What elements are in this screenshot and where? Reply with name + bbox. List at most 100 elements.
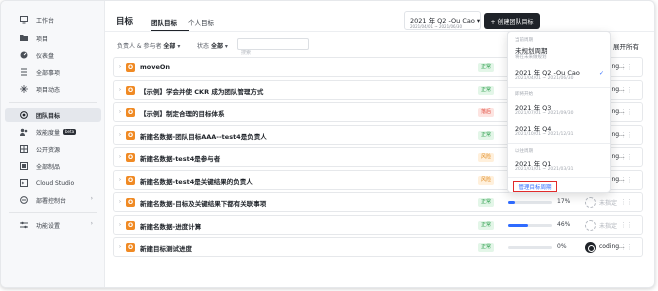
folder-icon <box>20 35 28 41</box>
drag-handle-icon[interactable]: ⋮⋮ <box>620 153 633 161</box>
box-icon <box>20 162 28 170</box>
drag-handle-icon[interactable]: ⋮⋮ <box>620 86 633 94</box>
sidebar-item-artifacts[interactable]: 全部制品 <box>5 159 101 173</box>
sidebar-item-deploy-console[interactable]: 部署控制台 › <box>5 193 101 207</box>
goal-title[interactable]: 新建目标测试进度 <box>140 243 192 253</box>
period-option[interactable]: 2021 年 Q1 2021/01/01 ~ 2021/03/31 <box>515 158 607 176</box>
progress-bar <box>508 223 552 227</box>
status-badge: 正常 <box>478 220 495 230</box>
goal-title[interactable]: 【示例】制定合理的目标体系 <box>140 108 225 118</box>
dashboard-icon <box>20 51 28 59</box>
caret-down-icon: ▾ <box>476 17 481 25</box>
expand-caret-icon[interactable]: › <box>119 199 121 205</box>
goal-title[interactable]: 新建名数据-test4是关键结果的负责人 <box>140 176 253 186</box>
objective-icon: O <box>126 220 135 230</box>
sidebar-divider <box>9 212 97 213</box>
status-badge: 风险 <box>478 153 495 162</box>
goal-title[interactable]: 新建名数据-目标及关键结果下都有关联事项 <box>140 198 266 208</box>
drag-handle-icon[interactable]: ⋮⋮ <box>620 221 633 229</box>
drag-handle-icon[interactable]: ⋮⋮ <box>620 63 633 71</box>
expand-caret-icon[interactable]: › <box>119 87 121 93</box>
period-option[interactable]: 未规划周期 将在未来做规划 <box>515 45 607 63</box>
drag-handle-icon[interactable]: ⋮⋮ <box>620 198 633 206</box>
sidebar-item-workbench[interactable]: 工作台 <box>5 13 101 27</box>
expand-caret-icon[interactable]: › <box>119 244 121 250</box>
tab-team-goals[interactable]: 团队目标 <box>151 17 177 27</box>
tab-personal-goals[interactable]: 个人目标 <box>188 17 214 27</box>
status-badge: 风险 <box>478 175 495 185</box>
manage-periods-link[interactable]: 管理目标周期 <box>513 181 557 192</box>
objective-icon: O <box>126 63 135 72</box>
expand-caret-icon[interactable]: › <box>119 154 121 160</box>
period-option-dates: 2021/10/01 ~ 2021/12/31 <box>515 132 574 137</box>
drag-handle-icon[interactable]: ⋮⋮ <box>620 176 633 184</box>
create-team-goal-button[interactable]: + 创建团队目标 <box>484 13 540 29</box>
code-icon <box>20 179 28 187</box>
expand-all-button[interactable]: 展开所有 <box>613 41 639 51</box>
period-option-dates: 将在未来做规划 <box>515 55 547 60</box>
status-badge: 落后 <box>478 108 495 117</box>
drag-handle-icon[interactable]: ⋮⋮ <box>620 243 633 251</box>
sidebar-item-dashboard[interactable]: 仪表盘 <box>5 48 101 62</box>
status-filter[interactable]: 状态 全部 ▾ <box>197 41 228 50</box>
goal-title[interactable]: moveOn <box>140 63 170 71</box>
period-option-dates: 2021/07/01 ~ 2021/09/30 <box>515 111 574 116</box>
expand-caret-icon[interactable]: › <box>119 177 121 183</box>
status-badge: 正常 <box>478 85 495 95</box>
status-badge: 正常 <box>478 198 495 207</box>
period-option-dates: 2021/01/01 ~ 2021/03/31 <box>515 167 574 172</box>
period-option[interactable]: 2021 年 Q3 2021/07/01 ~ 2021/09/30 <box>515 102 607 120</box>
drag-handle-icon[interactable]: ⋮⋮ <box>620 131 633 139</box>
period-option-selected[interactable]: 2021 年 Q2 -Ou Cao 2021/04/01 ~ 2021/06/3… <box>515 67 607 85</box>
expand-caret-icon[interactable]: › <box>119 64 121 70</box>
drag-handle-icon[interactable]: ⋮⋮ <box>620 108 633 116</box>
owner-filter[interactable]: 负责人 & 参与者 全部 ▾ <box>117 41 180 50</box>
sidebar-item-projects[interactable]: 项目 <box>5 31 101 45</box>
period-selector[interactable]: 2021 年 Q2 -Ou Cao ▾ 2021/04/01 ~ 2021/06… <box>404 11 481 30</box>
progress-percent: 17% <box>557 198 571 205</box>
chevron-right-icon: › <box>90 195 93 202</box>
list-icon <box>21 68 27 76</box>
dropdown-divider <box>508 87 610 88</box>
goal-title[interactable]: 【示例】学会并使 CKR 成为团队管理方式 <box>140 86 263 96</box>
monitor-icon <box>20 16 28 24</box>
sidebar-item-team-goals[interactable]: 团队目标 <box>5 108 101 122</box>
avatar <box>585 197 596 208</box>
owner-name: 未指定 <box>599 200 618 207</box>
expand-caret-icon[interactable]: › <box>119 109 121 115</box>
sidebar-item-cloud-studio[interactable]: Cloud Studio <box>5 176 101 190</box>
sidebar-item-public-resources[interactable]: 公开资源 <box>5 142 101 156</box>
goal-title[interactable]: 新建名数据-test4是参与者 <box>140 153 220 163</box>
expand-caret-icon[interactable]: › <box>119 222 121 228</box>
chart-icon <box>20 128 28 136</box>
sidebar-item-label: Cloud Studio <box>36 179 75 187</box>
sidebar-item-label: 公开资源 <box>36 146 61 154</box>
sidebar-item-metrics[interactable]: 效能度量 beta <box>5 125 101 139</box>
period-option[interactable]: 2021 年 Q4 2021/10/01 ~ 2021/12/31 <box>515 123 607 141</box>
sidebar-item-activity[interactable]: 项目动态 <box>5 82 101 96</box>
goal-row[interactable]: › O 新建名数据-进度计算 正常 46% 未指定 ⋮⋮ <box>113 214 643 235</box>
sidebar-item-settings[interactable]: 功能设置 › <box>5 218 101 232</box>
status-badge: 正常 <box>478 130 495 140</box>
period-option-dates: 2021/04/01 ~ 2021/06/30 <box>515 76 574 81</box>
progress-bar <box>508 246 552 249</box>
beta-badge: beta <box>63 129 77 135</box>
chevron-right-icon: › <box>90 220 93 227</box>
goal-row[interactable]: › O 新建名数据-目标及关键结果下都有关联事项 正常 17% 未指定 ⋮⋮ <box>113 192 643 212</box>
goal-title[interactable]: 新建名数据-团队目标AAA--test4是负责人 <box>140 131 267 141</box>
check-icon: ✓ <box>598 70 604 77</box>
search-input[interactable] <box>241 50 307 56</box>
status-badge: 正常 <box>478 63 495 72</box>
goal-row[interactable]: › O 新建目标测试进度 正常 0% coding... ⋮⋮ <box>113 237 643 257</box>
sidebar-item-all-issues[interactable]: 全部事项 <box>5 65 101 79</box>
expand-caret-icon[interactable]: › <box>119 132 121 138</box>
settings-icon <box>20 221 28 229</box>
sidebar-item-label: 全部事项 <box>36 69 61 77</box>
sidebar-item-label: 全部制品 <box>36 163 61 171</box>
sidebar-item-label: 工作台 <box>36 17 55 25</box>
dropdown-group-label: 当前周期 <box>515 38 533 43</box>
sidebar-item-label: 项目动态 <box>36 86 61 94</box>
progress-fill <box>508 223 529 227</box>
goal-title[interactable]: 新建名数据-进度计算 <box>140 221 201 231</box>
status-badge: 正常 <box>478 243 495 252</box>
